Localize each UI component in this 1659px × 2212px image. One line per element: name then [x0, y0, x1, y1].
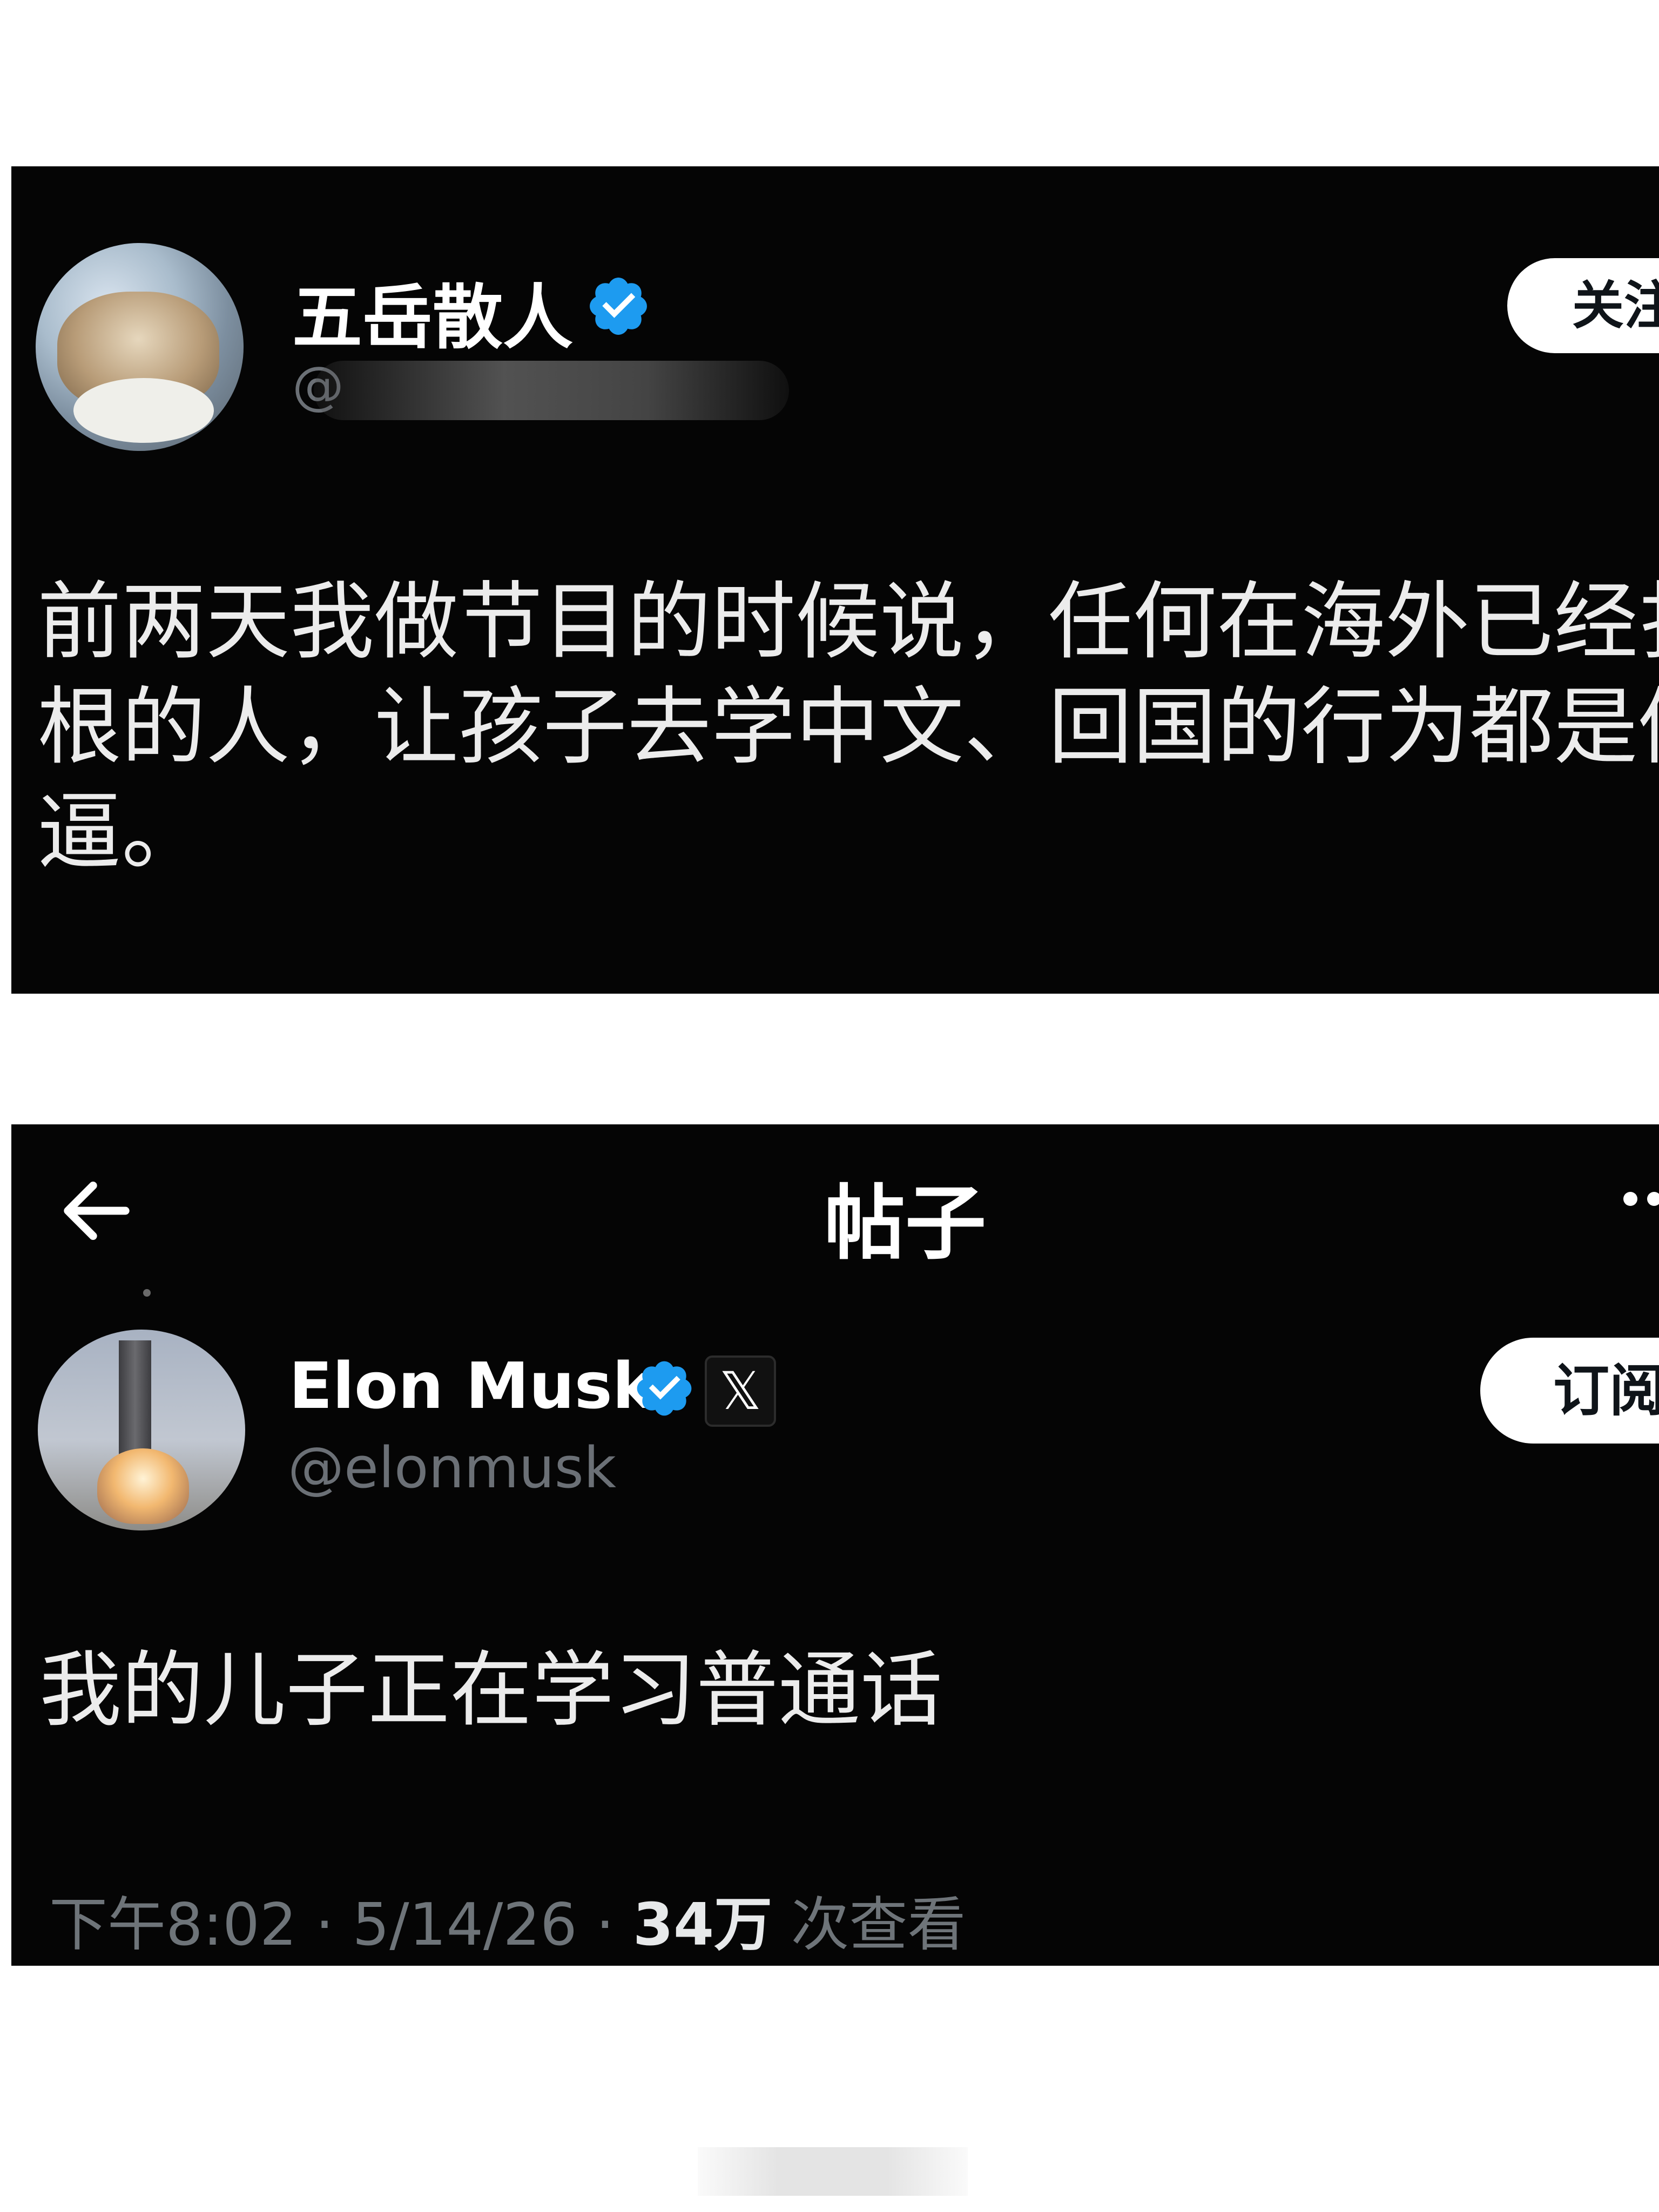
decorative-dot — [143, 1289, 151, 1297]
post-panel-wuyue: 五岳散人 @ 关注 前两天我做节目的时候说，任何在海外已经扎下 根的人，让孩子去… — [11, 166, 1659, 994]
avatar-image-detail — [73, 378, 214, 443]
avatar[interactable] — [36, 243, 244, 451]
verified-badge-icon — [637, 1361, 692, 1416]
watermark-smudge — [698, 2147, 968, 2196]
follow-button[interactable]: 关注 — [1507, 258, 1659, 353]
more-icon[interactable] — [1623, 1192, 1659, 1224]
meta-separator: · — [577, 1891, 633, 1959]
avatar[interactable] — [38, 1330, 245, 1530]
post-text-line: 根的人，让孩子去学中文、回国的行为都是傻 — [37, 678, 1659, 776]
subscribe-button[interactable]: 订阅 — [1480, 1338, 1659, 1444]
post-text: 我的儿子正在学习普通话 — [39, 1642, 942, 1738]
arrow-left-icon[interactable] — [53, 1168, 140, 1254]
more-dot — [1623, 1192, 1637, 1206]
post-panel-elon: 帖子 Elon Musk 𝕏 @elonmusk 订阅 我的儿子正在学习普通话 … — [11, 1124, 1659, 1966]
handle-blur-mask — [314, 361, 789, 420]
more-dot — [1647, 1192, 1659, 1206]
author-name[interactable]: 五岳散人 — [292, 261, 573, 362]
post-meta: 下午8:02 · 5/14/26 · 34万 次查看 — [49, 1878, 966, 1962]
post-time[interactable]: 下午8:02 — [49, 1891, 297, 1959]
page-title: 帖子 — [824, 1177, 987, 1271]
x-affiliate-badge-icon: 𝕏 — [705, 1355, 776, 1427]
author-handle[interactable]: @elonmusk — [288, 1435, 616, 1501]
view-count: 34万 — [632, 1891, 773, 1959]
post-text-line: 前两天我做节目的时候说，任何在海外已经扎下 — [37, 572, 1659, 671]
view-label: 次查看 — [772, 1891, 966, 1959]
post-date[interactable]: 5/14/26 — [353, 1891, 577, 1959]
author-name[interactable]: Elon Musk — [289, 1348, 655, 1423]
verified-badge-icon — [590, 278, 647, 335]
meta-separator: · — [296, 1891, 353, 1959]
avatar-image-detail — [97, 1448, 189, 1524]
post-text-line: 逼。 — [37, 783, 206, 881]
